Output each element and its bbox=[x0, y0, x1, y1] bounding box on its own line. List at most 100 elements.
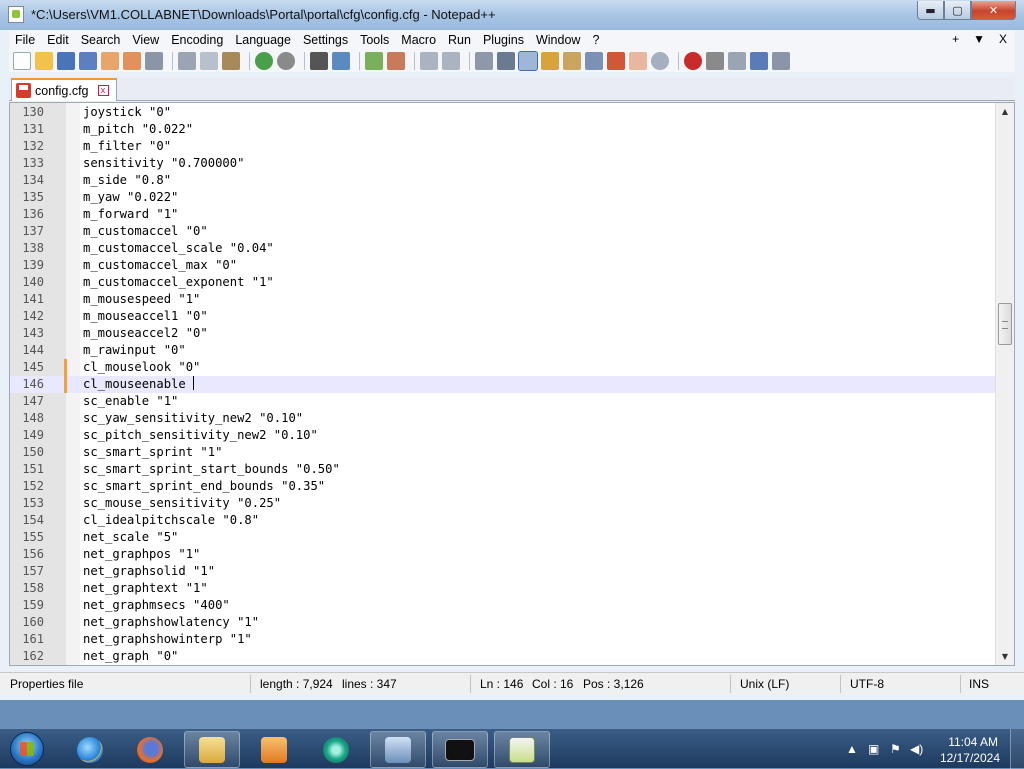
scroll-down-arrow-icon[interactable]: ▼ bbox=[996, 648, 1014, 665]
scroll-up-arrow-icon[interactable]: ▲ bbox=[996, 103, 1014, 120]
code-line[interactable]: 145 cl_mouselook "0" bbox=[10, 359, 995, 376]
new-file-icon[interactable] bbox=[13, 52, 31, 70]
sync-vertical-icon[interactable] bbox=[420, 52, 438, 70]
tab-list-dropdown[interactable]: ▼ bbox=[973, 32, 985, 46]
code-line[interactable]: 157 net_graphsolid "1" bbox=[10, 563, 995, 580]
word-wrap-icon[interactable] bbox=[475, 52, 493, 70]
code-line[interactable]: 142 m_mouseaccel1 "0" bbox=[10, 308, 995, 325]
code-line[interactable]: 158 net_graphtext "1" bbox=[10, 580, 995, 597]
menu-edit[interactable]: Edit bbox=[41, 33, 75, 47]
code-line[interactable]: 152 sc_smart_sprint_end_bounds "0.35" bbox=[10, 478, 995, 495]
menu-file[interactable]: File bbox=[9, 33, 41, 47]
stop-recording-icon[interactable] bbox=[706, 52, 724, 70]
open-file-icon[interactable] bbox=[35, 52, 53, 70]
monitoring-icon[interactable] bbox=[651, 52, 669, 70]
taskbar-internet-explorer[interactable] bbox=[62, 731, 118, 768]
volume-icon[interactable]: ◀) bbox=[910, 742, 923, 756]
taskbar-media-player[interactable] bbox=[246, 731, 302, 768]
sync-horizontal-icon[interactable] bbox=[442, 52, 460, 70]
taskbar-file-explorer[interactable] bbox=[184, 731, 240, 768]
menu-run[interactable]: Run bbox=[442, 33, 477, 47]
indent-guide-icon[interactable] bbox=[518, 51, 538, 71]
cut-icon[interactable] bbox=[178, 52, 196, 70]
copy-icon[interactable] bbox=[200, 52, 218, 70]
taskbar-command-prompt[interactable] bbox=[432, 731, 488, 768]
code-line[interactable]: 131 m_pitch "0.022" bbox=[10, 121, 995, 138]
show-hidden-icons-icon[interactable]: ▲ bbox=[846, 742, 858, 756]
editor-area[interactable]: 130 joystick "0" 131 m_pitch "0.022" 132 m_fi… bbox=[9, 102, 1015, 666]
maximize-button[interactable]: ▢ bbox=[944, 1, 971, 20]
new-tab-button[interactable]: + bbox=[952, 32, 959, 46]
record-macro-icon[interactable] bbox=[684, 52, 702, 70]
code-line[interactable]: 140 m_customaccel_exponent "1" bbox=[10, 274, 995, 291]
print-icon[interactable] bbox=[145, 52, 163, 70]
clock-time[interactable]: 11:04 AM bbox=[948, 735, 998, 749]
menu-search[interactable]: Search bbox=[75, 33, 127, 47]
code-line[interactable]: 154 cl_idealpitchscale "0.8" bbox=[10, 512, 995, 529]
action-center-flag-icon[interactable]: ⚑ bbox=[890, 742, 901, 756]
tab-close-icon[interactable]: x bbox=[97, 85, 109, 96]
code-line[interactable]: 143 m_mouseaccel2 "0" bbox=[10, 325, 995, 342]
start-button[interactable] bbox=[6, 729, 48, 769]
code-line[interactable]: 151 sc_smart_sprint_start_bounds "0.50" bbox=[10, 461, 995, 478]
menu-window[interactable]: Window bbox=[530, 33, 586, 47]
taskbar-app-circle[interactable] bbox=[308, 731, 364, 768]
playback-macro-icon[interactable] bbox=[728, 52, 746, 70]
code-line[interactable]: 148 sc_yaw_sensitivity_new2 "0.10" bbox=[10, 410, 995, 427]
code-line[interactable]: 160 net_graphshowlatency "1" bbox=[10, 614, 995, 631]
code-line[interactable]: 135 m_yaw "0.022" bbox=[10, 189, 995, 206]
undo-icon[interactable] bbox=[255, 52, 273, 70]
code-line[interactable]: 159 net_graphmsecs "400" bbox=[10, 597, 995, 614]
title-bar[interactable]: *C:\Users\VM1.COLLABNET\Downloads\Portal… bbox=[0, 0, 1024, 30]
menu-tools[interactable]: Tools bbox=[354, 33, 395, 47]
taskbar-notepad-plus-plus[interactable] bbox=[494, 731, 550, 768]
save-icon[interactable] bbox=[57, 52, 75, 70]
code-line[interactable]: 155 net_scale "5" bbox=[10, 529, 995, 546]
paste-icon[interactable] bbox=[222, 52, 240, 70]
folder-workspace-icon[interactable] bbox=[629, 52, 647, 70]
menu-language[interactable]: Language bbox=[229, 33, 297, 47]
find-icon[interactable] bbox=[310, 52, 328, 70]
close-button[interactable]: ✕ bbox=[971, 1, 1016, 20]
code-line[interactable]: 153 sc_mouse_sensitivity "0.25" bbox=[10, 495, 995, 512]
taskbar-network-app[interactable] bbox=[370, 731, 426, 768]
code-line[interactable]: 136 m_forward "1" bbox=[10, 206, 995, 223]
run-macro-multiple-icon[interactable] bbox=[750, 52, 768, 70]
code-line[interactable]: 161 net_graphshowinterp "1" bbox=[10, 631, 995, 648]
code-line[interactable]: 149 sc_pitch_sensitivity_new2 "0.10" bbox=[10, 427, 995, 444]
save-all-icon[interactable] bbox=[79, 52, 97, 70]
menu-settings[interactable]: Settings bbox=[297, 33, 354, 47]
function-list-icon[interactable] bbox=[607, 52, 625, 70]
menu-help[interactable]: ? bbox=[586, 33, 605, 47]
code-line[interactable]: 147 sc_enable "1" bbox=[10, 393, 995, 410]
tab-config-cfg[interactable]: config.cfg x bbox=[11, 78, 117, 101]
menu-plugins[interactable]: Plugins bbox=[477, 33, 530, 47]
doc-map-icon[interactable] bbox=[563, 52, 581, 70]
code-line[interactable]: 133 sensitivity "0.700000" bbox=[10, 155, 995, 172]
code-line[interactable]: 139 m_customaccel_max "0" bbox=[10, 257, 995, 274]
network-icon[interactable]: ▣ bbox=[868, 742, 879, 756]
code-line[interactable]: 137 m_customaccel "0" bbox=[10, 223, 995, 240]
taskbar-firefox[interactable] bbox=[122, 731, 178, 768]
code-line[interactable]: 138 m_customaccel_scale "0.04" bbox=[10, 240, 995, 257]
code-line[interactable]: 134 m_side "0.8" bbox=[10, 172, 995, 189]
minimize-button[interactable]: ▬ bbox=[917, 1, 944, 20]
close-file-icon[interactable] bbox=[101, 52, 119, 70]
code-line[interactable]: 156 net_graphpos "1" bbox=[10, 546, 995, 563]
scroll-thumb[interactable] bbox=[998, 303, 1012, 345]
redo-icon[interactable] bbox=[277, 52, 295, 70]
menu-macro[interactable]: Macro bbox=[395, 33, 442, 47]
code-line[interactable]: 150 sc_smart_sprint "1" bbox=[10, 444, 995, 461]
replace-icon[interactable] bbox=[332, 52, 350, 70]
code-line[interactable]: 146 cl_mouseenable bbox=[10, 376, 995, 393]
show-all-chars-icon[interactable] bbox=[497, 52, 515, 70]
vertical-scrollbar[interactable]: ▲ ▼ bbox=[995, 103, 1014, 665]
save-macro-icon[interactable] bbox=[772, 52, 790, 70]
menu-encoding[interactable]: Encoding bbox=[165, 33, 229, 47]
code-line[interactable]: 141 m_mousespeed "1" bbox=[10, 291, 995, 308]
show-desktop-button[interactable] bbox=[1010, 729, 1024, 769]
code-line[interactable]: 144 m_rawinput "0" bbox=[10, 342, 995, 359]
code-line[interactable]: 162 net_graph "0" bbox=[10, 648, 995, 665]
close-all-icon[interactable] bbox=[123, 52, 141, 70]
menu-view[interactable]: View bbox=[126, 33, 165, 47]
